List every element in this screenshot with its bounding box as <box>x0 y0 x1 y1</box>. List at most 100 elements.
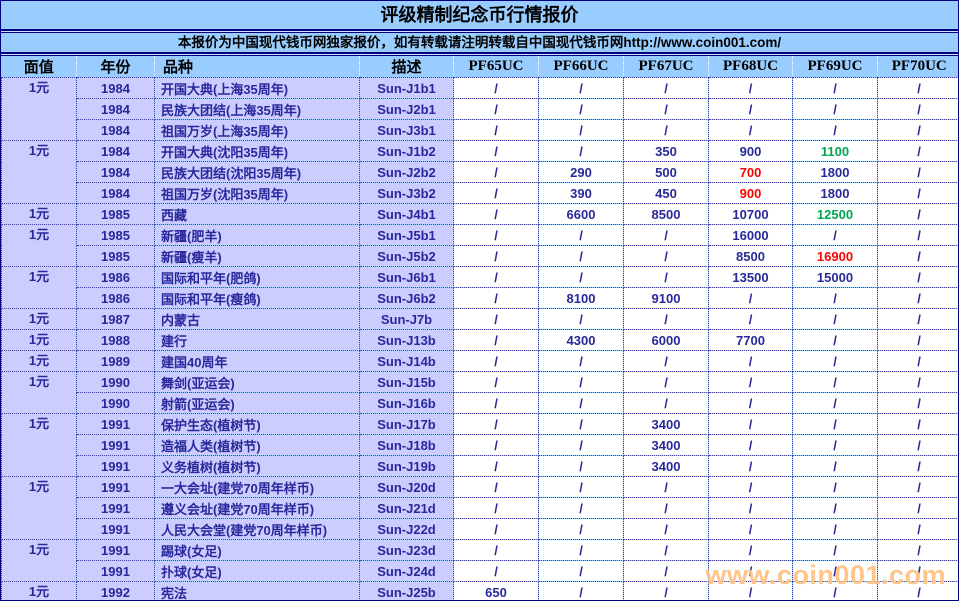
price-cell: / <box>453 413 539 435</box>
face-value-cell: 1元 <box>1 350 77 372</box>
price-cell: / <box>877 119 958 141</box>
price-cell: 16900 <box>792 245 878 267</box>
table-row: 1984 祖国万岁(沈阳35周年) Sun-J3b2/390 450 900 1800/ <box>2 182 958 204</box>
variety-cell: 踢球(女足) <box>154 539 360 561</box>
year-cell: 1992 <box>76 581 155 600</box>
price-cell: / <box>623 476 709 498</box>
variety-cell: 开国大典(沈阳35周年) <box>154 140 360 162</box>
face-value-cell: 1元 <box>1 581 77 600</box>
price-cell: / <box>708 287 793 309</box>
description-cell: Sun-J6b2 <box>359 287 454 309</box>
price-cell: / <box>453 539 539 561</box>
price-cell: / <box>877 371 958 393</box>
variety-cell: 国际和平年(瘦鸽) <box>154 287 360 309</box>
price-cell: / <box>453 392 539 414</box>
price-cell: / <box>877 581 958 600</box>
price-cell: / <box>792 581 878 600</box>
variety-cell: 新疆(肥羊) <box>154 224 360 246</box>
table-row: 1元 1991 一大会址(建党70周年样币) Sun-J20d / / / / / / <box>1 476 958 540</box>
price-cell: 8500 <box>708 245 793 267</box>
price-cell: / <box>792 287 878 309</box>
price-cell: / <box>708 413 793 435</box>
price-cell: / <box>877 98 958 120</box>
variety-cell: 舞剑(亚运会) <box>154 371 360 393</box>
description-cell: Sun-J14b <box>359 350 454 372</box>
table-row: 1元 1986 国际和平年(肥鸽) Sun-J6b1///13500 15000/ <box>1 266 958 309</box>
description-cell: Sun-J16b <box>359 392 454 414</box>
price-cell: / <box>623 518 709 540</box>
column-header-pf65uc: PF65UC <box>453 56 539 78</box>
year-cell: 1991 <box>76 518 155 540</box>
variety-cell: 开国大典(上海35周年) <box>154 77 360 99</box>
variety-cell: 保护生态(植树节) <box>154 413 360 435</box>
table-row: 1986 国际和平年(瘦鸽) Sun-J6b2/8100 9100// / <box>2 287 958 309</box>
price-cell: / <box>623 77 709 99</box>
variety-cell: 祖国万岁(沈阳35周年) <box>154 182 360 204</box>
price-cell: / <box>453 182 539 204</box>
year-cell: 1991 <box>76 413 155 435</box>
price-cell: / <box>877 329 958 351</box>
price-cell: / <box>877 350 958 372</box>
column-header-pf68uc: PF68UC <box>708 56 793 78</box>
price-cell: / <box>708 518 793 540</box>
year-cell: 1986 <box>76 287 155 309</box>
price-cell: / <box>623 581 709 600</box>
variety-cell: 人民大会堂(建党70周年样币) <box>154 518 360 540</box>
price-cell: / <box>877 245 958 267</box>
price-cell: 7700 <box>708 329 793 351</box>
price-cell: / <box>538 539 624 561</box>
face-value-cell: 1元 <box>1 308 77 330</box>
year-cell: 1987 <box>76 308 155 330</box>
table-row: 1984 祖国万岁(上海35周年) Sun-J3b1// / / / / <box>2 119 958 141</box>
price-cell: / <box>877 392 958 414</box>
column-header-description: 描述 <box>359 56 454 78</box>
column-header-face-value: 面值 <box>1 56 77 78</box>
price-cell: 700 <box>708 161 793 183</box>
header-row: 面值 年份 品种 描述 PF65UC PF66UC PF67UC PF68UC PF69UC PF… <box>1 56 958 78</box>
price-cell: / <box>877 455 958 477</box>
variety-cell: 义务植树(植树节) <box>154 455 360 477</box>
price-cell: / <box>792 560 878 582</box>
price-cell: / <box>877 287 958 309</box>
variety-cell: 内蒙古 <box>154 308 360 330</box>
price-cell: / <box>453 161 539 183</box>
price-cell: 6600 <box>538 203 624 225</box>
price-cell: / <box>538 434 624 456</box>
price-cell: 500 <box>623 161 709 183</box>
price-cell: 6000 <box>623 329 709 351</box>
face-value-cell: 1元 <box>1 77 77 141</box>
price-cell: / <box>792 119 878 141</box>
price-cell: / <box>708 497 793 519</box>
table-row: 1元 1991 踢球(女足) Sun-J23d / / / / / / <box>1 539 958 582</box>
price-cell: / <box>877 140 958 162</box>
variety-cell: 建国40周年 <box>154 350 360 372</box>
price-cell: / <box>877 266 958 288</box>
price-cell: 15000 <box>792 266 878 288</box>
price-cell: / <box>453 287 539 309</box>
price-cell: / <box>708 455 793 477</box>
price-cell: 1100 <box>792 140 878 162</box>
face-value-cell: 1元 <box>1 539 77 582</box>
price-cell: 8500 <box>623 203 709 225</box>
price-cell: / <box>623 539 709 561</box>
price-cell: / <box>623 98 709 120</box>
price-cell: 3400 <box>623 455 709 477</box>
table-row: 1元 1984 开国大典(上海35周年) Sun-J1b1// / / / / <box>1 77 958 141</box>
year-cell: 1988 <box>76 329 155 351</box>
price-cell: / <box>877 77 958 99</box>
description-cell: Sun-J2b2 <box>359 161 454 183</box>
price-cell: / <box>792 455 878 477</box>
price-cell: / <box>877 308 958 330</box>
year-cell: 1990 <box>76 392 155 414</box>
price-cell: / <box>877 434 958 456</box>
price-cell: / <box>538 224 624 246</box>
price-cell: 650 <box>453 581 539 600</box>
price-cell: 8100 <box>538 287 624 309</box>
price-cell: / <box>708 98 793 120</box>
year-cell: 1984 <box>76 182 155 204</box>
table-row: 1元 1990 舞剑(亚运会) Sun-J15b / / / / / / <box>1 371 958 414</box>
price-cell: / <box>708 560 793 582</box>
price-cell: / <box>623 245 709 267</box>
description-cell: Sun-J18b <box>359 434 454 456</box>
price-cell: / <box>792 98 878 120</box>
